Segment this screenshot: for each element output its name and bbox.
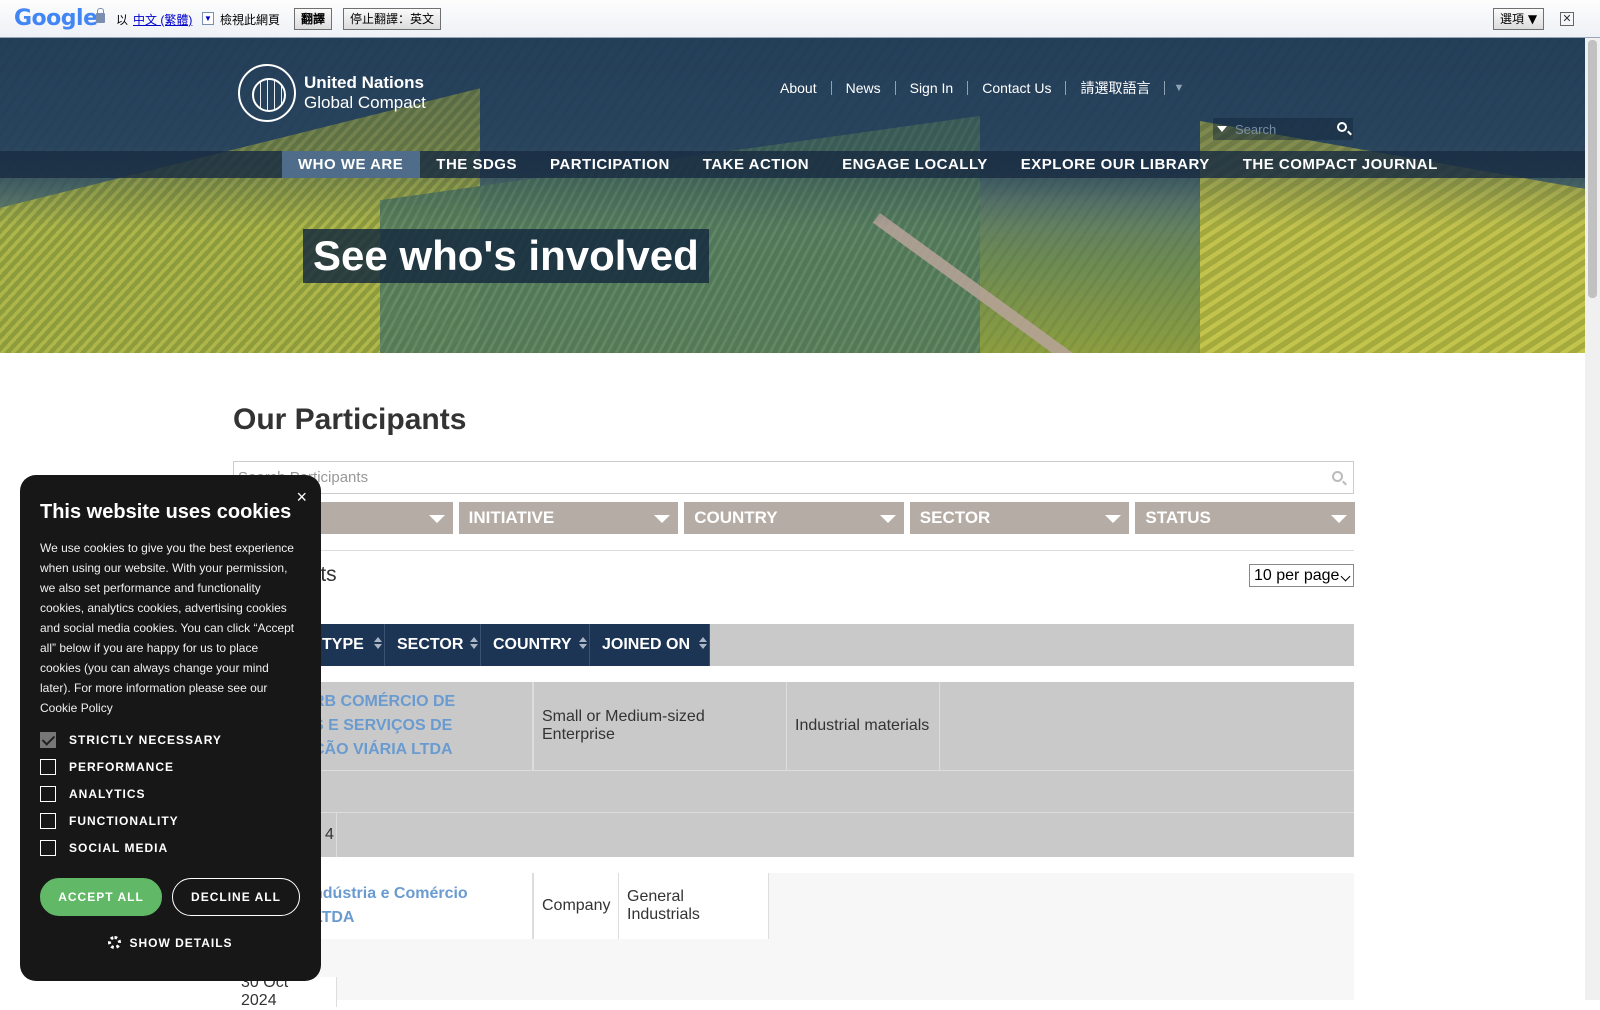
- cookie-option-label: ANALYTICS: [69, 787, 146, 801]
- un-emblem-icon: [238, 64, 296, 122]
- nav-take-action[interactable]: TAKE ACTION: [687, 151, 826, 178]
- search-icon[interactable]: [1332, 471, 1343, 482]
- checkbox[interactable]: [40, 732, 56, 748]
- checkbox[interactable]: [40, 813, 56, 829]
- options-button[interactable]: 選項 ▼: [1493, 8, 1545, 30]
- search-icon[interactable]: [1337, 122, 1347, 132]
- filter-label: INITIATIVE: [468, 508, 555, 527]
- participant-joined: 30 Oct 2024: [233, 974, 337, 1009]
- close-icon[interactable]: ×: [296, 487, 307, 508]
- nav-engage-locally[interactable]: ENGAGE LOCALLY: [826, 151, 1005, 178]
- cookie-title: This website uses cookies: [40, 501, 292, 523]
- cookie-option-label: STRICTLY NECESSARY: [69, 733, 222, 747]
- participant-sector: General Industrials: [619, 873, 769, 939]
- nav-the-sdgs[interactable]: THE SDGS: [420, 151, 534, 178]
- language-select[interactable]: 請選取語言: [1066, 81, 1164, 95]
- decline-all-button[interactable]: DECLINE ALL: [172, 878, 300, 916]
- top-nav: About News Sign In Contact Us 請選取語言 ▼: [780, 81, 1192, 95]
- logo-text-line2: Global Compact: [304, 93, 426, 112]
- cookie-option-label: SOCIAL MEDIA: [69, 841, 169, 855]
- filter-label: STATUS: [1145, 508, 1211, 527]
- translate-bar: Google 以 中文 (繁體) ▼ 檢視此網頁 翻譯 停止翻譯：英文 選項 ▼…: [0, 0, 1600, 38]
- cookie-option-performance[interactable]: PERFORMANCE: [40, 759, 301, 775]
- caret-down-icon: [1105, 515, 1122, 523]
- accept-all-button[interactable]: ACCEPT ALL: [40, 878, 162, 916]
- participant-name-link[interactable]: RB COMÉRCIO DE S E SERVIÇOS DE ÇÃO VIÁRI…: [305, 682, 533, 770]
- nav-compact-journal[interactable]: THE COMPACT JOURNAL: [1227, 151, 1455, 178]
- logo-text-line1: United Nations: [304, 73, 424, 92]
- filter-label: SECTOR: [919, 508, 991, 527]
- scrollbar-thumb[interactable]: [1588, 40, 1597, 298]
- site-header: United Nations Global Compact About News…: [0, 38, 1585, 353]
- row-divider: [233, 812, 1354, 813]
- page-title: Our Participants: [233, 403, 467, 436]
- column-header-joined-on[interactable]: JOINED ON: [590, 624, 710, 666]
- participant-sector: Industrial materials: [787, 682, 940, 770]
- caret-down-icon: [1330, 515, 1347, 523]
- table-header: TYPE SECTOR COUNTRY JOINED ON: [233, 624, 1354, 666]
- cookie-banner: × This website uses cookies We use cooki…: [20, 475, 321, 981]
- nav-who-we-are[interactable]: WHO WE ARE: [282, 151, 421, 178]
- nav-participation[interactable]: PARTICIPATION: [534, 151, 687, 178]
- filter-sector[interactable]: SECTOR: [909, 502, 1130, 534]
- language-dropdown-icon[interactable]: ▼: [202, 12, 214, 25]
- filter-bar: INITIATIVE COUNTRY SECTOR STATUS: [233, 502, 1355, 534]
- table-row: ndústria e Comércio LTDA Company General…: [233, 873, 1354, 1009]
- scrollbar[interactable]: [1585, 38, 1600, 1000]
- google-logo: Google: [14, 6, 98, 31]
- lock-icon: [96, 8, 105, 23]
- filter-country[interactable]: COUNTRY: [684, 502, 904, 534]
- translate-prefix: 以: [116, 13, 129, 27]
- caret-down-icon: [428, 515, 445, 523]
- topnav-sign-in[interactable]: Sign In: [896, 81, 969, 95]
- filter-status[interactable]: STATUS: [1135, 502, 1355, 534]
- checkbox[interactable]: [40, 786, 56, 802]
- site-search: [1213, 118, 1353, 140]
- caret-down-icon: [879, 515, 896, 523]
- column-header-type[interactable]: TYPE: [310, 624, 385, 666]
- participant-search: [233, 461, 1354, 494]
- row-divider: [233, 770, 1354, 771]
- filter-label: COUNTRY: [694, 508, 778, 527]
- show-details-button[interactable]: SHOW DETAILS: [40, 936, 301, 950]
- translate-button[interactable]: 翻譯: [294, 8, 333, 30]
- participant-type: Company: [533, 873, 619, 939]
- cookie-option-functionality[interactable]: FUNCTIONALITY: [40, 813, 301, 829]
- topnav-news[interactable]: News: [832, 81, 896, 95]
- cookie-option-analytics[interactable]: ANALYTICS: [40, 786, 301, 802]
- gear-icon: [108, 936, 122, 949]
- language-arrow-icon[interactable]: ▼: [1164, 81, 1192, 95]
- hero-title: See who's involved: [303, 229, 709, 283]
- cookie-option-label: FUNCTIONALITY: [69, 814, 179, 828]
- close-icon[interactable]: ✕: [1560, 12, 1574, 26]
- cookie-option-social-media[interactable]: SOCIAL MEDIA: [40, 840, 301, 856]
- cookie-text: We use cookies to give you the best expe…: [40, 541, 295, 715]
- nav-explore-library[interactable]: EXPLORE OUR LIBRARY: [1005, 151, 1227, 178]
- caret-down-icon[interactable]: [1217, 126, 1227, 132]
- participant-search-input[interactable]: [234, 462, 1314, 493]
- per-page-select[interactable]: 10 per page: [1249, 564, 1354, 587]
- translate-language-link[interactable]: 中文 (繁體): [133, 11, 192, 28]
- column-header-sector[interactable]: SECTOR: [385, 624, 481, 666]
- participant-type: Small or Medium-sized Enterprise: [533, 682, 787, 770]
- translate-view-text: 檢視此網頁: [220, 13, 281, 27]
- checkbox[interactable]: [40, 840, 56, 856]
- caret-down-icon: [654, 515, 671, 523]
- topnav-contact-us[interactable]: Contact Us: [968, 81, 1067, 95]
- filter-initiative[interactable]: INITIATIVE: [458, 502, 679, 534]
- cookie-option-strictly-necessary[interactable]: STRICTLY NECESSARY: [40, 732, 301, 748]
- cookie-option-label: PERFORMANCE: [69, 760, 175, 774]
- checkbox[interactable]: [40, 759, 56, 775]
- column-header-country[interactable]: COUNTRY: [481, 624, 590, 666]
- site-logo[interactable]: United Nations Global Compact: [238, 64, 426, 122]
- participant-name-link[interactable]: ndústria e Comércio LTDA: [305, 873, 533, 939]
- topnav-about[interactable]: About: [780, 81, 832, 95]
- table-row: RB COMÉRCIO DE S E SERVIÇOS DE ÇÃO VIÁRI…: [233, 682, 1354, 857]
- divider: [233, 550, 1354, 551]
- site-search-input[interactable]: [1235, 121, 1325, 137]
- main-nav: WHO WE ARE THE SDGS PARTICIPATION TAKE A…: [0, 151, 1585, 178]
- stop-translate-button[interactable]: 停止翻譯：英文: [343, 8, 442, 30]
